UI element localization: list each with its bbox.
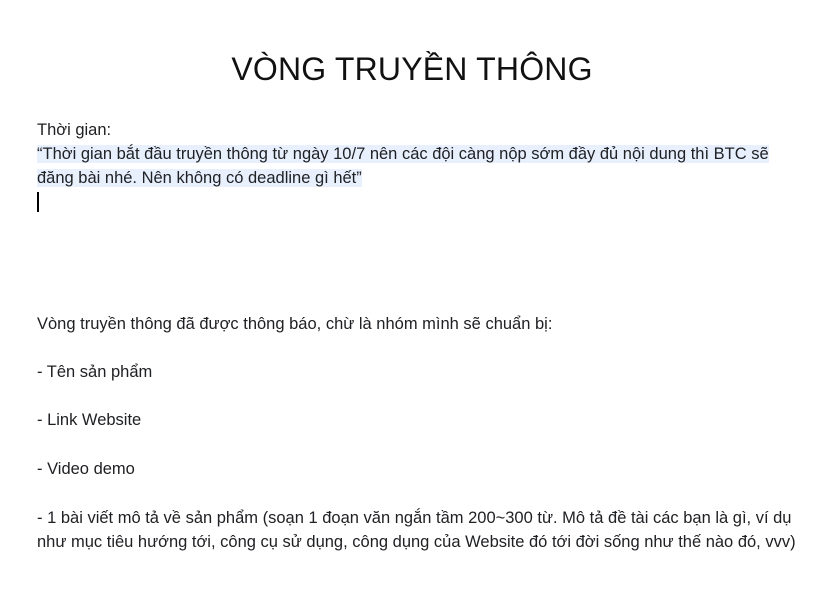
time-label: Thời gian: — [37, 121, 112, 139]
list-item: - 1 bài viết mô tả về sản phẩm (soạn 1 đ… — [37, 509, 796, 551]
document-title: VÒNG TRUYỀN THÔNG — [231, 51, 593, 87]
time-quote-paragraph[interactable]: “Thời gian bắt đầu truyền thông từ ngày … — [37, 142, 797, 190]
intro-paragraph: Vòng truyền thông đã được thông báo, chừ… — [37, 315, 553, 333]
text-cursor — [37, 192, 39, 212]
list-item: - Link Website — [37, 411, 142, 429]
selected-text: “Thời gian bắt đầu truyền thông từ ngày … — [37, 145, 769, 187]
document-page[interactable]: VÒNG TRUYỀN THÔNG Thời gian: “Thời gian … — [0, 0, 824, 598]
list-item: - Tên sản phẩm — [37, 363, 153, 381]
list-item: - Video demo — [37, 460, 135, 478]
